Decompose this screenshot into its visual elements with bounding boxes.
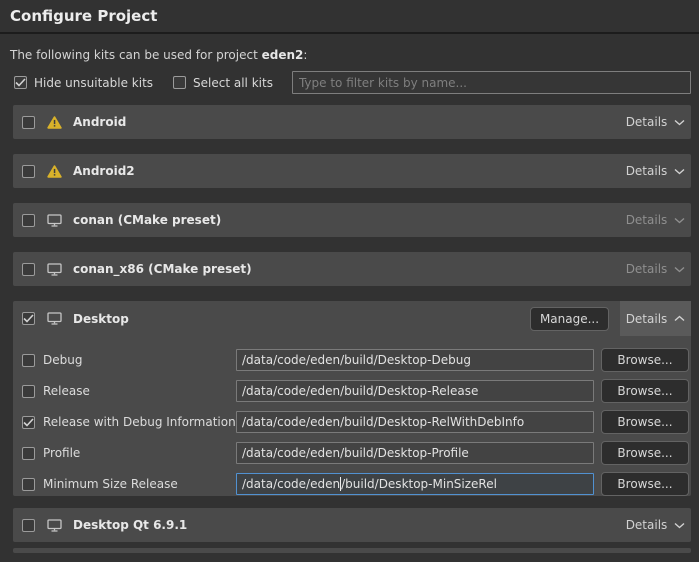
warning-icon <box>47 165 62 178</box>
build-config-list: Debug/data/code/eden/build/Desktop-Debug… <box>13 336 691 496</box>
hide-unsuitable-label[interactable]: Hide unsuitable kits <box>34 76 153 90</box>
build-dir-input[interactable]: /data/code/eden/build/Desktop-Profile <box>236 442 594 464</box>
desktop-icon <box>47 312 62 325</box>
details-toggle[interactable]: Details <box>620 203 691 237</box>
config-label-box: Release <box>22 384 236 398</box>
config-checkbox[interactable] <box>22 416 35 429</box>
kit-checkbox[interactable] <box>22 116 35 129</box>
build-config-row: Debug/data/code/eden/build/Desktop-Debug… <box>22 348 689 372</box>
kit-checkbox[interactable] <box>22 214 35 227</box>
kit-row-partial <box>13 548 691 553</box>
build-dir-input[interactable]: /data/code/eden/build/Desktop-MinSizeRel <box>236 473 594 495</box>
details-label: Details <box>626 164 668 178</box>
config-checkbox[interactable] <box>22 447 35 460</box>
browse-button[interactable]: Browse... <box>601 410 689 434</box>
details-label: Details <box>626 213 668 227</box>
kit-checkbox[interactable] <box>22 263 35 276</box>
browse-button[interactable]: Browse... <box>601 472 689 496</box>
config-label[interactable]: Profile <box>43 446 80 460</box>
config-label[interactable]: Debug <box>43 353 82 367</box>
details-label: Details <box>626 518 668 532</box>
build-dir-input[interactable]: /data/code/eden/build/Desktop-RelWithDeb… <box>236 411 594 433</box>
details-toggle[interactable]: Details <box>620 301 691 336</box>
manage-button[interactable]: Manage... <box>530 307 609 331</box>
details-toggle[interactable]: Details <box>620 508 691 542</box>
config-label[interactable]: Minimum Size Release <box>43 477 178 491</box>
chevron-up-icon <box>674 315 685 322</box>
kit-list: AndroidDetailsAndroid2Detailsconan (CMak… <box>13 105 691 553</box>
build-dir-input[interactable]: /data/code/eden/build/Desktop-Release <box>236 380 594 402</box>
select-all-label[interactable]: Select all kits <box>193 76 273 90</box>
kit-section-desktop: Desktop Manage... Details Debug/data/code/e… <box>13 301 691 496</box>
select-all-group: Select all kits <box>173 76 273 90</box>
details-label: Details <box>626 115 668 129</box>
configure-project-page: Configure Project The following kits can… <box>0 6 699 562</box>
build-config-row: Minimum Size Release/data/code/eden/buil… <box>22 472 689 496</box>
browse-button[interactable]: Browse... <box>601 379 689 403</box>
desktop-icon <box>47 263 62 276</box>
kit-name: Android <box>73 115 126 129</box>
config-checkbox[interactable] <box>22 478 35 491</box>
chevron-down-icon <box>674 522 685 529</box>
kit-filter-input[interactable] <box>292 71 691 94</box>
kit-name: Android2 <box>73 164 135 178</box>
kit-name: conan_x86 (CMake preset) <box>73 262 252 276</box>
project-name: eden2 <box>262 48 304 62</box>
kit-row-android[interactable]: Android Details <box>13 105 691 139</box>
kit-toolbar: Hide unsuitable kits Select all kits <box>14 71 691 94</box>
details-label: Details <box>626 312 668 326</box>
kit-row-android2[interactable]: Android2 Details <box>13 154 691 188</box>
kit-checkbox[interactable] <box>22 312 35 325</box>
config-label-box: Profile <box>22 446 236 460</box>
kit-checkbox[interactable] <box>22 165 35 178</box>
kit-name: conan (CMake preset) <box>73 213 221 227</box>
select-all-checkbox[interactable] <box>173 76 186 89</box>
details-toggle[interactable]: Details <box>620 252 691 286</box>
chevron-down-icon <box>674 168 685 175</box>
desktop-icon <box>47 214 62 227</box>
browse-button[interactable]: Browse... <box>601 441 689 465</box>
kit-row-conan-cmake-preset[interactable]: conan (CMake preset) Details <box>13 203 691 237</box>
intro-prefix: The following kits can be used for proje… <box>10 48 262 62</box>
browse-button[interactable]: Browse... <box>601 348 689 372</box>
config-checkbox[interactable] <box>22 385 35 398</box>
chevron-down-icon <box>674 266 685 273</box>
kit-row-desktop-qt-6-9-1[interactable]: Desktop Qt 6.9.1 Details <box>13 508 691 542</box>
desktop-icon <box>47 519 62 532</box>
config-label-box: Minimum Size Release <box>22 477 236 491</box>
path-text-before-caret: /data/code/eden <box>242 477 340 491</box>
build-config-row: Release/data/code/eden/build/Desktop-Rel… <box>22 379 689 403</box>
config-label-box: Release with Debug Information <box>22 415 236 429</box>
build-dir-input[interactable]: /data/code/eden/build/Desktop-Debug <box>236 349 594 371</box>
kit-row-desktop[interactable]: Desktop Manage... Details <box>13 301 691 336</box>
kit-checkbox[interactable] <box>22 519 35 532</box>
config-label-box: Debug <box>22 353 236 367</box>
warning-icon <box>47 116 62 129</box>
intro-text: The following kits can be used for proje… <box>10 48 699 62</box>
build-config-row: Profile/data/code/eden/build/Desktop-Pro… <box>22 441 689 465</box>
page-title: Configure Project <box>10 6 699 27</box>
details-toggle[interactable]: Details <box>620 154 691 188</box>
intro-suffix: : <box>303 48 307 62</box>
hide-unsuitable-checkbox[interactable] <box>14 76 27 89</box>
config-checkbox[interactable] <box>22 354 35 367</box>
config-label[interactable]: Release <box>43 384 90 398</box>
title-separator <box>0 32 699 34</box>
kit-row-conan-x86-cmake-preset[interactable]: conan_x86 (CMake preset) Details <box>13 252 691 286</box>
chevron-down-icon <box>674 119 685 126</box>
details-label: Details <box>626 262 668 276</box>
chevron-down-icon <box>674 217 685 224</box>
kit-name: Desktop <box>73 312 129 326</box>
details-toggle[interactable]: Details <box>620 105 691 139</box>
hide-unsuitable-group: Hide unsuitable kits <box>14 76 153 90</box>
path-text-after-caret: /build/Desktop-MinSizeRel <box>341 477 497 491</box>
build-config-row: Release with Debug Information/data/code… <box>22 410 689 434</box>
config-label[interactable]: Release with Debug Information <box>43 415 236 429</box>
kit-name: Desktop Qt 6.9.1 <box>73 518 187 532</box>
